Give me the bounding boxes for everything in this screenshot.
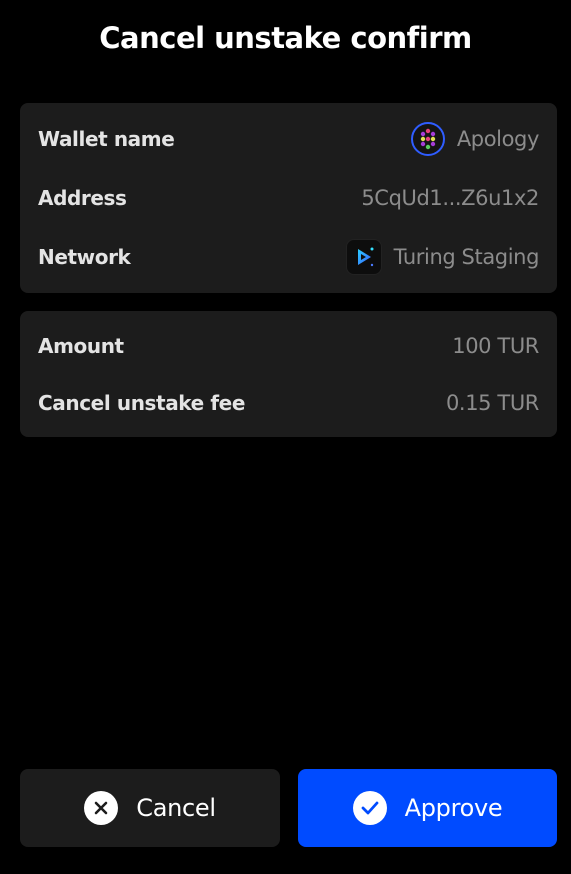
page-title: Cancel unstake confirm	[99, 21, 472, 55]
amount-label: Amount	[38, 334, 124, 358]
address-row: Address 5CqUd1...Z6u1x2	[38, 181, 539, 215]
fee-value: 0.15 TUR	[445, 391, 539, 415]
identicon-avatar	[410, 122, 445, 156]
wallet-name-text: Apology	[456, 127, 540, 151]
network-row: Network Turing Staging	[38, 239, 540, 275]
turing-network-logo	[345, 239, 382, 275]
amount-value: 100 TUR	[452, 334, 539, 358]
address-label: Address	[38, 186, 127, 210]
network-name-text: Turing Staging	[393, 245, 540, 269]
cancel-button[interactable]: Cancel	[20, 769, 280, 847]
wallet-name-row: Wallet name Apology	[38, 122, 539, 156]
wallet-name-label: Wallet name	[38, 127, 175, 151]
wallet-name-value: Apology	[410, 122, 540, 156]
address-value: 5CqUd1...Z6u1x2	[361, 186, 539, 210]
fee-row: Cancel unstake fee 0.15 TUR	[38, 386, 539, 420]
account-info-card: Wallet name Apology Address 5CqUd1...Z6u…	[20, 103, 557, 293]
amount-row: Amount 100 TUR	[38, 329, 539, 363]
cancel-button-label: Cancel	[136, 794, 216, 822]
check-circle-icon	[352, 791, 387, 825]
close-circle-icon	[84, 791, 119, 825]
amount-info-card: Amount 100 TUR Cancel unstake fee 0.15 T…	[20, 311, 557, 437]
approve-button-label: Approve	[404, 794, 503, 822]
network-label: Network	[38, 245, 131, 269]
network-value: Turing Staging	[345, 239, 540, 275]
approve-button[interactable]: Approve	[298, 769, 557, 847]
fee-label: Cancel unstake fee	[38, 391, 246, 415]
